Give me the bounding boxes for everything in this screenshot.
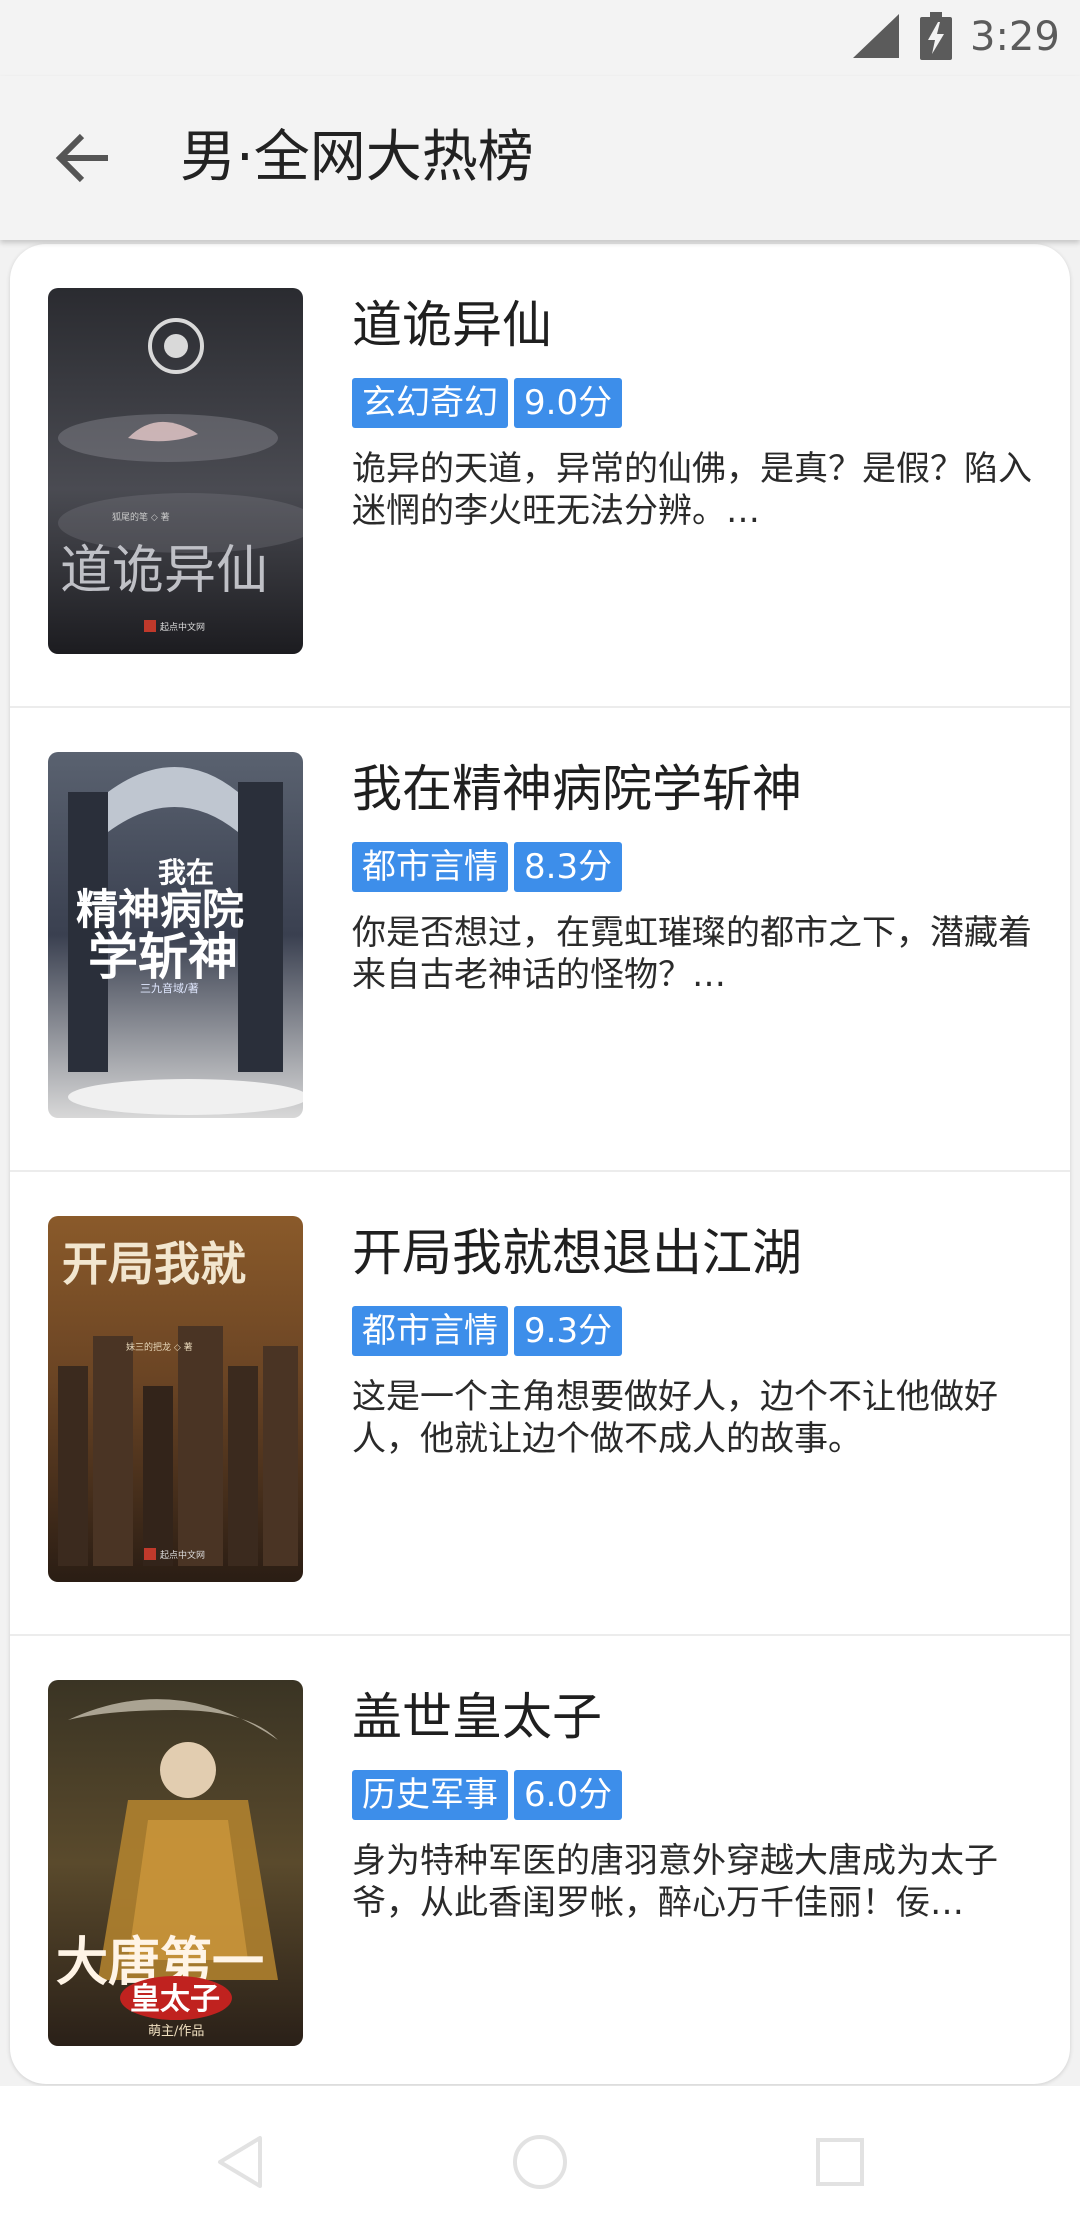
book-title: 开局我就想退出江湖 xyxy=(352,1224,802,1282)
book-description: 这是一个主角想要做好人，边个不让他做好人，他就让边个做不成人的故事。 xyxy=(352,1377,998,1459)
recents-square-icon[interactable] xyxy=(810,2132,870,2192)
signal-icon xyxy=(853,14,899,58)
system-nav-bar xyxy=(0,2086,1080,2232)
genre-tag: 都市言情 xyxy=(352,842,508,892)
book-description: 你是否想过，在霓虹璀璨的都市之下，潜藏着来自古老神话的怪物？… xyxy=(352,913,1032,995)
cover-publisher: 起点中文网 xyxy=(160,1549,205,1561)
page-title: 男·全网大热榜 xyxy=(180,125,534,190)
status-time: 3:29 xyxy=(970,14,1060,60)
book-list: 狐尾的笔 ◇ 著 道诡异仙 起点中文网 道诡异仙 玄幻奇幻 9.0分 诡异的天道… xyxy=(10,244,1070,2084)
genre-tag: 都市言情 xyxy=(352,1306,508,1356)
genre-tag: 玄幻奇幻 xyxy=(352,378,508,428)
book-cover: 我在 精神病院 学斩神 三九音域/著 xyxy=(48,752,303,1118)
book-item[interactable]: 我在 精神病院 学斩神 三九音域/著 我在精神病院学斩神 都市言情 8.3分 你… xyxy=(10,708,1070,1172)
score-tag: 6.0分 xyxy=(514,1770,623,1820)
book-item[interactable]: 开局我就 妹三的把龙 ◇ 著 起点中文网 开局我就想退出江湖 都市言情 9.3分… xyxy=(10,1172,1070,1636)
cover-title: 开局我就 xyxy=(62,1237,246,1291)
score-tag: 9.0分 xyxy=(514,378,623,428)
book-tags: 都市言情 9.3分 xyxy=(352,1306,623,1356)
book-tags: 玄幻奇幻 9.0分 xyxy=(352,378,623,428)
book-description: 诡异的天道，异常的仙佛，是真？是假？陷入迷惘的李火旺无法分辨。… xyxy=(352,449,1032,531)
book-title: 我在精神病院学斩神 xyxy=(352,760,802,818)
status-bar: 3:29 xyxy=(0,0,1080,76)
cover-title: 道诡异仙 xyxy=(60,541,268,601)
score-tag: 9.3分 xyxy=(514,1306,623,1356)
genre-tag: 历史军事 xyxy=(352,1770,508,1820)
cover-title-bot: 学斩神 xyxy=(88,928,238,986)
book-tags: 历史军事 6.0分 xyxy=(352,1770,623,1820)
cover-author: 妹三的把龙 ◇ 著 xyxy=(126,1341,193,1353)
book-description: 身为特种军医的唐羽意外穿越大唐成为太子爷，从此香闺罗帐，醉心万千佳丽！佞… xyxy=(352,1841,998,1923)
book-cover: 狐尾的笔 ◇ 著 道诡异仙 起点中文网 xyxy=(48,288,303,654)
book-tags: 都市言情 8.3分 xyxy=(352,842,623,892)
cover-author: 三九音域/著 xyxy=(140,981,199,995)
cover-author: 萌主/作品 xyxy=(148,2024,204,2039)
cover-publisher: 起点中文网 xyxy=(160,621,205,633)
battery-charging-icon xyxy=(920,12,952,60)
cover-title-mid: 精神病院 xyxy=(76,885,244,934)
book-item[interactable]: 狐尾的笔 ◇ 著 道诡异仙 起点中文网 道诡异仙 玄幻奇幻 9.0分 诡异的天道… xyxy=(10,244,1070,708)
book-cover: 大唐第一 皇太子 萌主/作品 xyxy=(48,1680,303,2046)
home-circle-icon[interactable] xyxy=(510,2132,570,2192)
book-title: 盖世皇太子 xyxy=(352,1688,602,1746)
app-bar: 男·全网大热榜 xyxy=(0,76,1080,240)
book-item[interactable]: 大唐第一 皇太子 萌主/作品 盖世皇太子 历史军事 6.0分 身为特种军医的唐羽… xyxy=(10,1636,1070,2084)
score-tag: 8.3分 xyxy=(514,842,623,892)
cover-author: 狐尾的笔 ◇ 著 xyxy=(112,511,170,523)
back-arrow-icon[interactable] xyxy=(48,122,120,194)
book-cover: 开局我就 妹三的把龙 ◇ 著 起点中文网 xyxy=(48,1216,303,1582)
cover-subtitle: 皇太子 xyxy=(130,1982,220,2017)
book-title: 道诡异仙 xyxy=(352,296,552,354)
back-triangle-icon[interactable] xyxy=(210,2132,270,2192)
